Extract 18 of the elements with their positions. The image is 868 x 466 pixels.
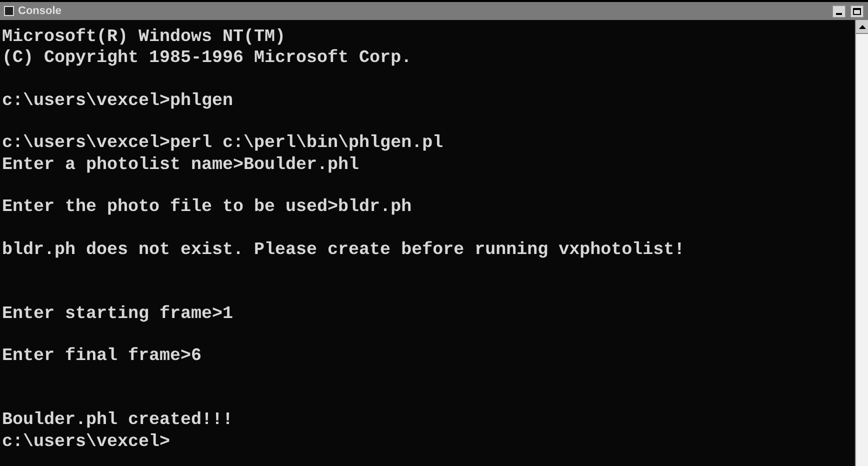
minimize-button[interactable] (832, 4, 846, 18)
vertical-scrollbar[interactable] (855, 20, 868, 466)
console-icon (4, 6, 14, 16)
console-line: (C) Copyright 1985-1996 Microsoft Corp. (2, 48, 412, 68)
maximize-button[interactable] (850, 4, 864, 18)
console-line: Boulder.phl created!!! (2, 410, 234, 430)
console-line: c:\users\vexcel>phlgen (2, 90, 234, 111)
console-line: bldr.ph does not exist. Please create before running vxphotolist! (2, 240, 685, 260)
console-line: Microsoft(R) Windows NT(TM) (2, 27, 286, 47)
window-title: Console (18, 6, 62, 16)
console-line: c:\users\vexcel> (2, 432, 170, 452)
console-line: Enter a photolist name>Boulder.phl (2, 154, 360, 175)
up-arrow-icon (858, 24, 866, 28)
console-line: c:\users\vexcel>perl c:\perl\bin\phlgen.pl (2, 133, 444, 154)
console-line: Enter the photo file to be used>bldr.ph (2, 197, 412, 218)
scroll-up-button[interactable] (856, 20, 868, 34)
console-line: Enter final frame>6 (2, 346, 202, 366)
console-line: Enter starting frame>1 (2, 304, 234, 324)
